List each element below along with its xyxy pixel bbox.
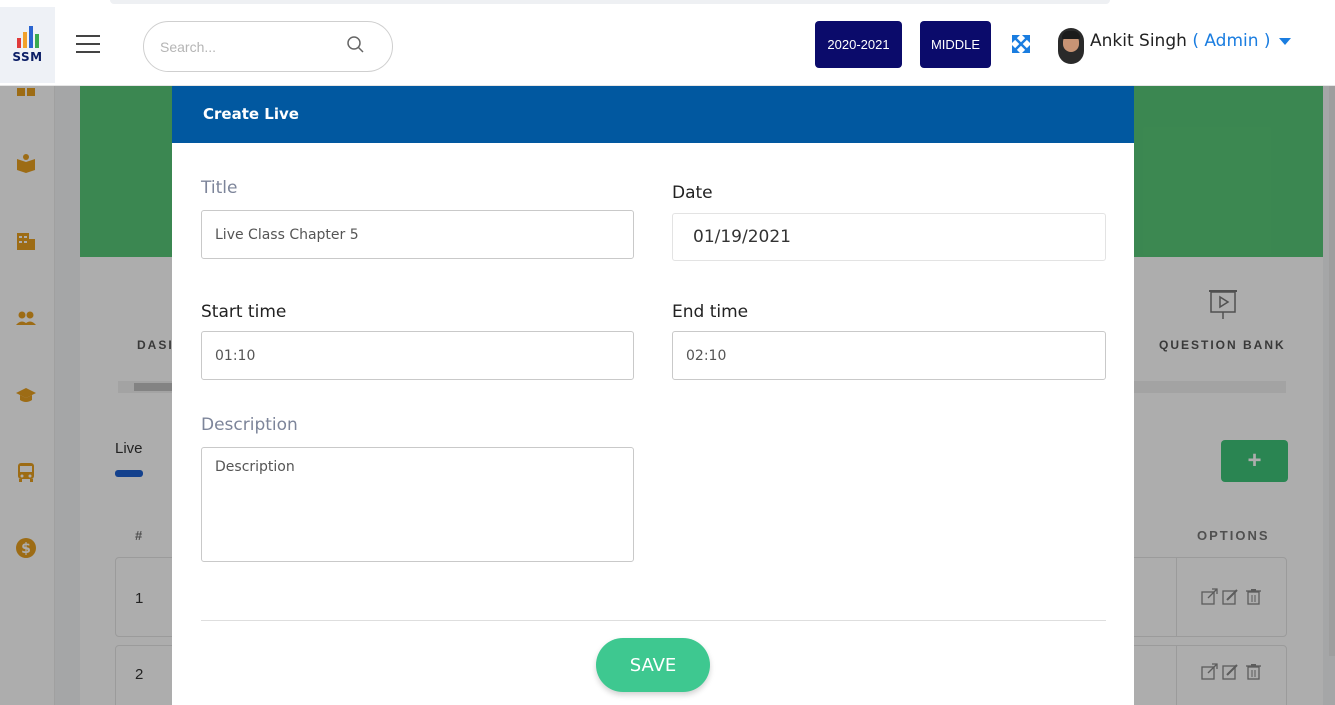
top-bar: SSM 2020-2021 MIDDLE Ankit Singh ( Admin…: [0, 0, 1335, 86]
description-textarea[interactable]: [201, 447, 634, 562]
expand-icon[interactable]: [1010, 33, 1032, 55]
modal-title: Create Live: [203, 105, 299, 123]
user-name: Ankit Singh: [1090, 31, 1187, 51]
caret-down-icon[interactable]: [1279, 38, 1291, 45]
modal-divider: [201, 620, 1106, 621]
level-button[interactable]: MIDDLE: [920, 21, 991, 68]
modal-header: Create Live: [172, 86, 1134, 143]
search-icon[interactable]: [346, 35, 366, 55]
end-time-input[interactable]: [672, 331, 1106, 380]
title-label: Title: [201, 178, 238, 198]
end-time-label: End time: [672, 302, 749, 322]
start-time-label: Start time: [201, 302, 287, 322]
description-label: Description: [201, 415, 298, 435]
session-year-button[interactable]: 2020-2021: [815, 21, 902, 68]
logo-bars-icon: [16, 26, 39, 48]
search-box: [143, 21, 393, 72]
date-input[interactable]: [672, 213, 1106, 261]
search-input[interactable]: [160, 36, 350, 58]
title-input[interactable]: [201, 210, 634, 259]
user-menu[interactable]: Ankit Singh ( Admin ): [1090, 31, 1271, 51]
browser-edge: [110, 0, 1110, 4]
start-time-input[interactable]: [201, 331, 634, 380]
menu-toggle-icon[interactable]: [76, 35, 100, 53]
avatar[interactable]: [1058, 28, 1084, 64]
date-label: Date: [672, 183, 713, 203]
user-role: ( Admin ): [1192, 31, 1271, 51]
logo-text: SSM: [12, 50, 43, 64]
create-live-modal: Create Live Title Date Start time End ti…: [172, 86, 1134, 705]
save-button[interactable]: SAVE: [596, 638, 710, 692]
logo[interactable]: SSM: [0, 7, 55, 83]
